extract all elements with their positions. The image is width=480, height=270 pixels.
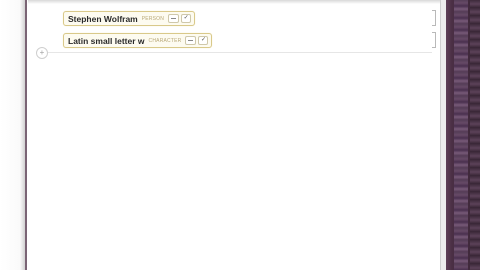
cell-bracket-2[interactable] (432, 32, 436, 48)
entity-name: Stephen Wolfram (68, 13, 138, 24)
window-top-edge (28, 0, 444, 4)
entity-box-latin-small-letter-w[interactable]: Latin small letter w CHARACTER ✓ (63, 33, 213, 48)
check-icon[interactable]: ✓ (181, 14, 192, 23)
entity-type-label: CHARACTER (148, 37, 182, 44)
add-cell-icon[interactable]: + (36, 47, 48, 59)
desktop-wallpaper-pattern-2 (470, 0, 480, 270)
desktop-wallpaper-pattern (454, 0, 468, 270)
desktop-background (446, 0, 480, 270)
entity-box-stephen-wolfram[interactable]: Stephen Wolfram PERSON ✓ (63, 11, 196, 26)
desktop-left-strip (0, 0, 27, 270)
ellipsis-icon[interactable] (185, 36, 197, 45)
cell-insertion-line (48, 52, 432, 53)
entity-name: Latin small letter w (68, 35, 145, 46)
cell-bracket-1[interactable] (432, 10, 436, 26)
ellipsis-icon[interactable] (168, 14, 180, 23)
check-icon[interactable]: ✓ (198, 36, 209, 45)
window-left-border (25, 0, 27, 270)
entity-type-label: PERSON (141, 15, 165, 22)
